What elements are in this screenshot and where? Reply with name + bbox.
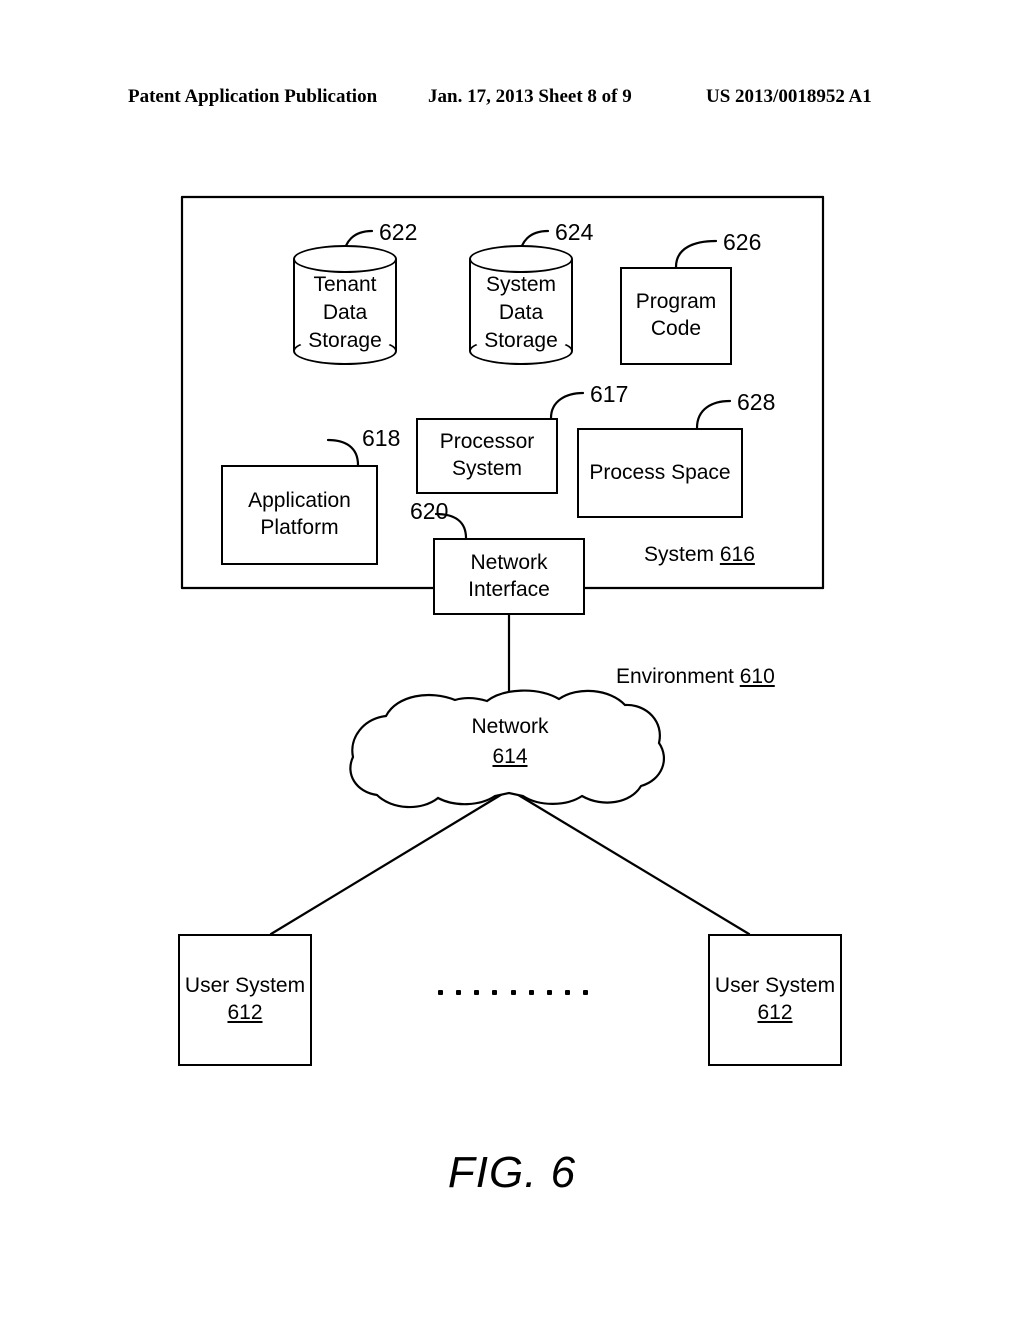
network-interface-label-line1: Network <box>470 550 548 574</box>
connector-cloud-to-user-system-right <box>513 791 751 936</box>
ellipsis-dot <box>546 989 552 995</box>
reference-numeral-628: 628 <box>737 389 776 415</box>
reference-numeral-617: 617 <box>590 381 629 407</box>
figure-caption: FIG. 6 <box>447 1148 577 1197</box>
program-code-label-line2: Code <box>650 317 702 340</box>
program-code-node[interactable]: Program Code <box>620 267 732 365</box>
ellipsis-dot <box>474 989 480 995</box>
ellipsis-dot <box>528 989 534 995</box>
system-data-storage-label-line2: Data <box>498 301 544 325</box>
system-data-storage-label-line3: Storage <box>484 328 558 352</box>
system-data-storage-node[interactable]: System Data Storage <box>469 245 573 365</box>
system-boundary-label-ref: 616 <box>719 543 755 566</box>
leader-line-617 <box>549 391 585 420</box>
processor-system-node[interactable]: Processor System <box>416 418 558 494</box>
ellipsis-dot <box>456 989 462 995</box>
user-systems-ellipsis <box>438 985 588 999</box>
process-space-node[interactable]: Process Space <box>577 428 743 518</box>
user-system-right-node[interactable]: User System 612 <box>708 934 842 1066</box>
figure-line-art <box>180 195 825 936</box>
program-code-label-line1: Program <box>635 290 717 314</box>
tenant-data-storage-label-line3: Storage <box>308 328 382 352</box>
ellipsis-dot <box>438 989 443 995</box>
connector-cloud-to-user-system-left <box>269 791 506 936</box>
user-system-left-label-ref: 612 <box>227 1001 263 1024</box>
processor-system-label-line2: System <box>451 457 522 480</box>
system-data-storage-top-ellipse <box>469 245 573 273</box>
network-cloud-label-ref: 614 <box>492 744 528 768</box>
system-data-storage-label-line1: System <box>485 273 556 297</box>
ellipsis-dot <box>564 989 570 995</box>
environment-label-text: Environment <box>616 665 740 688</box>
user-system-right-label-ref: 612 <box>757 1001 793 1024</box>
environment-label: Environment 610 <box>616 665 775 689</box>
application-platform-label-line2: Platform <box>260 516 339 539</box>
network-cloud-label-line1: Network <box>471 715 549 738</box>
tenant-data-storage-top-ellipse <box>293 245 397 273</box>
application-platform-node[interactable]: Application Platform <box>221 465 378 565</box>
tenant-data-storage-label-line1: Tenant <box>313 273 377 297</box>
user-system-left-label-line1: User System <box>184 974 306 998</box>
network-interface-label-line2: Interface <box>468 577 550 601</box>
processor-system-label-line1: Processor <box>439 430 535 454</box>
application-platform-label-line1: Application <box>248 489 351 513</box>
tenant-data-storage-label: Tenant Data Storage <box>293 271 397 355</box>
ellipsis-dot <box>492 989 498 995</box>
user-system-left-node[interactable]: User System 612 <box>178 934 312 1066</box>
process-space-label-line1: Process Space <box>589 460 731 484</box>
leader-line-626 <box>674 239 718 269</box>
reference-numeral-626: 626 <box>723 229 762 255</box>
ellipsis-dot <box>583 989 588 995</box>
system-boundary-label-text: System <box>644 543 720 566</box>
user-system-right-label-line1: User System <box>714 974 836 998</box>
reference-numeral-620: 620 <box>410 498 449 524</box>
leader-line-628 <box>695 399 732 430</box>
ellipsis-dot <box>510 989 516 995</box>
reference-numeral-624: 624 <box>555 219 594 245</box>
environment-label-ref: 610 <box>739 665 775 688</box>
reference-numeral-618: 618 <box>362 425 401 451</box>
system-data-storage-label: System Data Storage <box>469 271 573 355</box>
system-boundary-label: System 616 <box>644 543 755 567</box>
network-interface-node[interactable]: Network Interface <box>433 538 585 615</box>
network-cloud-node[interactable]: Network 614 <box>372 678 648 802</box>
leader-line-618 <box>326 438 360 467</box>
reference-numeral-622: 622 <box>379 219 418 245</box>
network-cloud-label: Network 614 <box>372 712 648 772</box>
tenant-data-storage-label-line2: Data <box>322 301 368 325</box>
tenant-data-storage-node[interactable]: Tenant Data Storage <box>293 245 397 365</box>
patent-figure-6: Tenant Data Storage 622 System Data Stor… <box>0 0 1024 1320</box>
